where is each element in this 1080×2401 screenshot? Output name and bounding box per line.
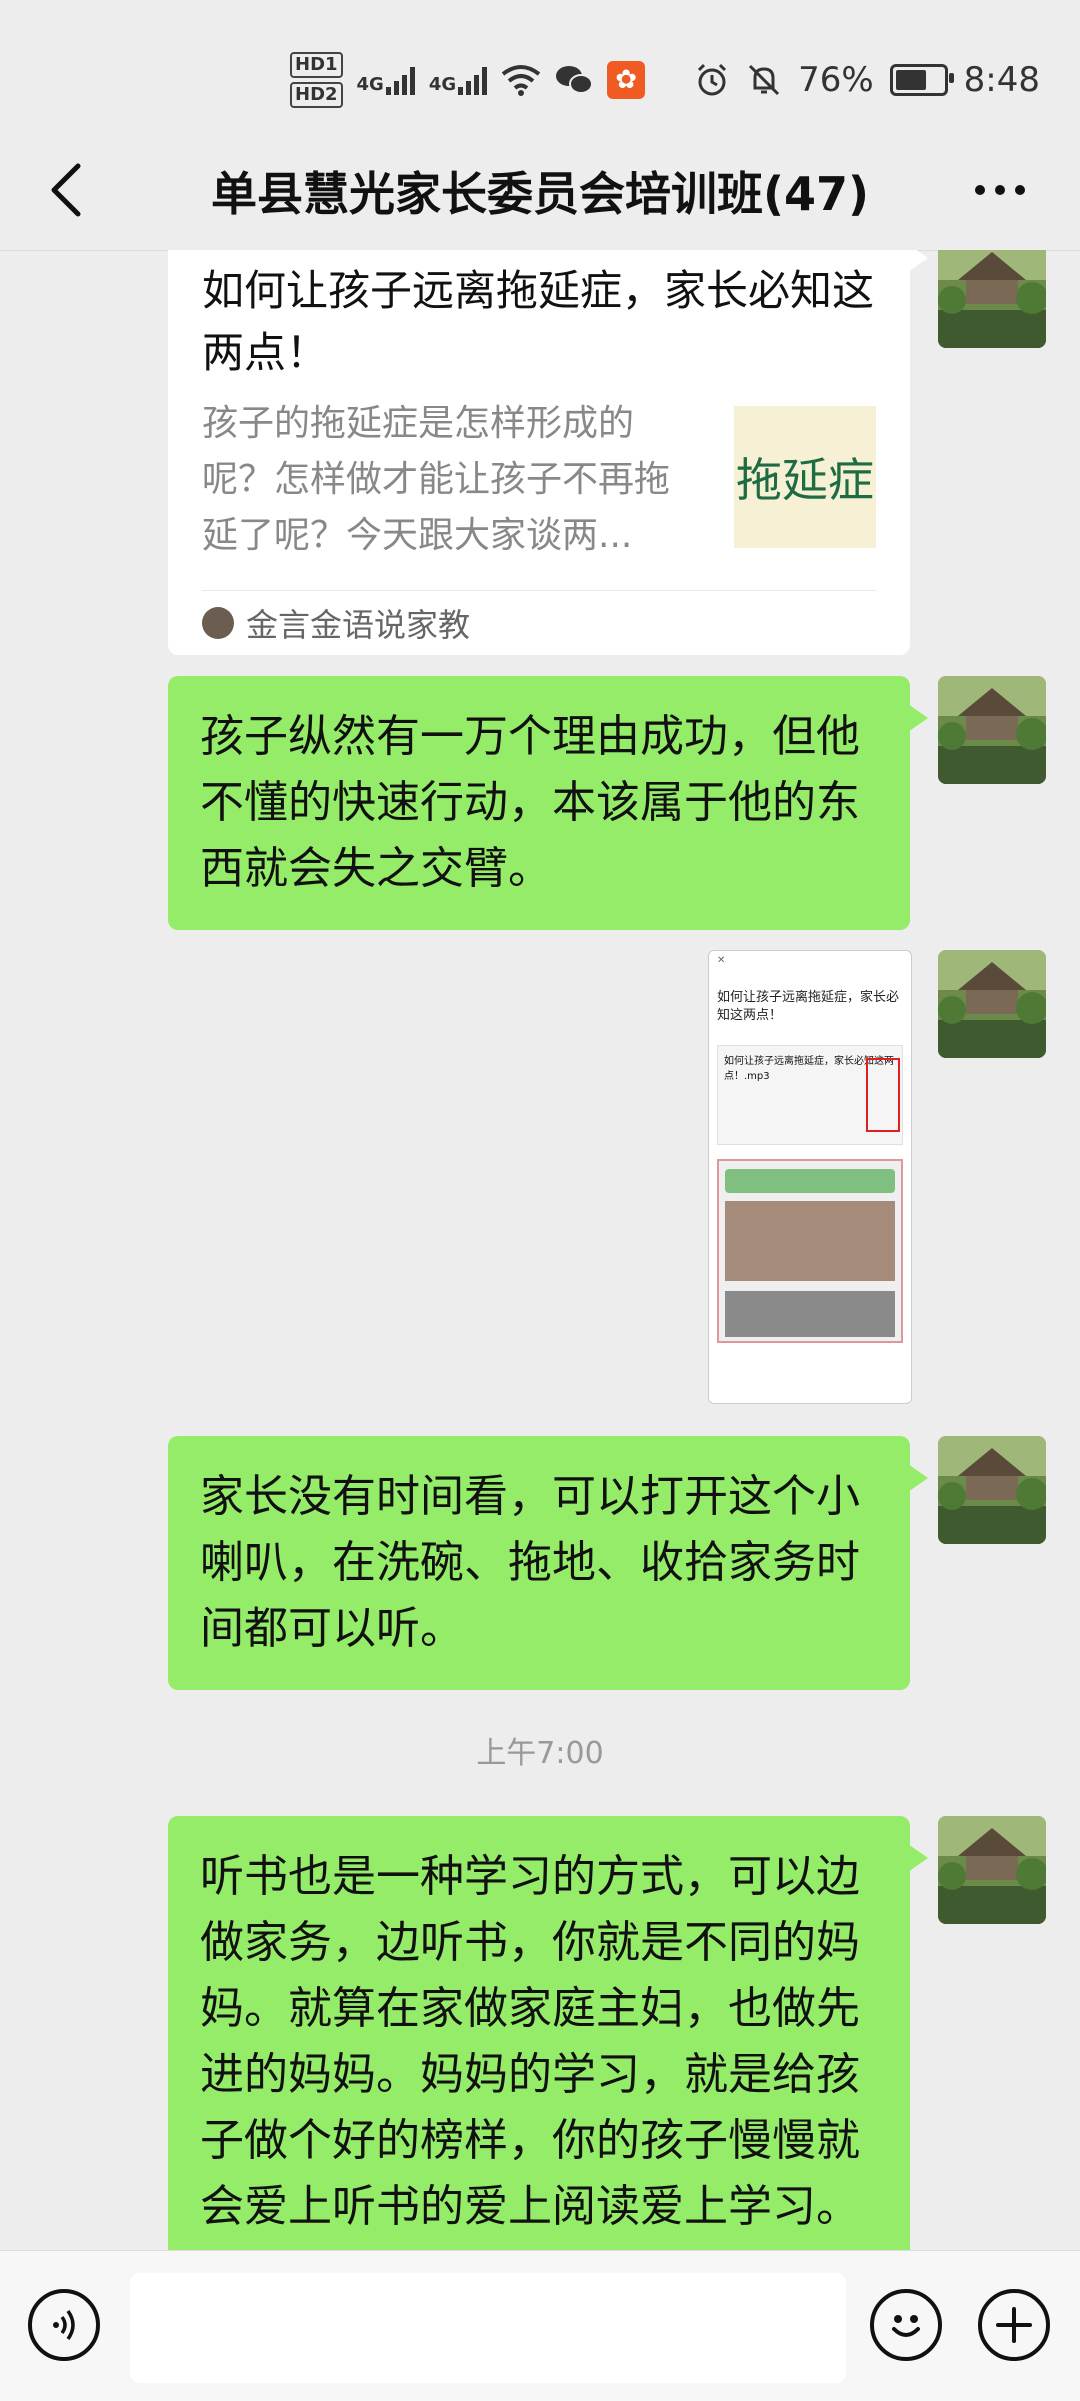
text-message[interactable]: 听书也是一种学习的方式，可以边做家务，边听书，你就是不同的妈妈。就算在家做家庭主… [168, 1816, 928, 2250]
shot-title: 如何让孩子远离拖延症，家长必知这两点！ [717, 990, 900, 1023]
shot-close-icon: ✕ [717, 955, 726, 966]
avatar[interactable] [938, 1816, 1046, 1924]
clock: 8:48 [963, 60, 1040, 100]
link-card-message[interactable]: 如何让孩子远离拖延症，家长必知这两点！ 孩子的拖延症是怎样形成的呢？怎样做才能让… [168, 250, 928, 655]
card-thumbnail: 拖延症 [734, 406, 876, 548]
signal-bars-icon [385, 65, 415, 95]
emoji-button[interactable] [870, 2289, 942, 2361]
hd2-label: HD2 [290, 82, 343, 108]
net2-label: 4G [428, 74, 457, 95]
shot-banner-header [725, 1169, 895, 1193]
garden-avatar-icon [938, 950, 1046, 1058]
emoji-icon [892, 2315, 920, 2337]
hd1-label: HD1 [290, 52, 343, 78]
chat-title: 单县慧光家长委员会培训班(47) [210, 167, 870, 221]
garden-avatar-icon [938, 1436, 1046, 1544]
avatar[interactable] [938, 676, 1046, 784]
more-dots-icon [975, 185, 985, 195]
mute-icon [749, 64, 780, 96]
wifi-icon [501, 65, 541, 96]
shot-banner-photo [725, 1201, 895, 1281]
status-bar: HD1 HD2 4G 4G ✿ 76% 8:48 [0, 0, 1080, 150]
shot-banner [717, 1159, 903, 1343]
plus-button[interactable] [978, 2289, 1050, 2361]
voice-icon [53, 2309, 75, 2341]
source-avatar-icon [202, 607, 234, 639]
plus-icon [996, 2307, 1032, 2343]
shot-red-box [866, 1058, 900, 1132]
input-bar [0, 2250, 1080, 2401]
garden-avatar-icon [938, 676, 1046, 784]
avatar[interactable] [938, 950, 1046, 1058]
card-body: 孩子的拖延症是怎样形成的呢？怎样做才能让孩子不再拖延了呢？今天跟大家谈两... … [202, 396, 876, 564]
chat-header: 单县慧光家长委员会培训班(47) [0, 130, 1080, 251]
card-description: 孩子的拖延症是怎样形成的呢？怎样做才能让孩子不再拖延了呢？今天跟大家谈两... [202, 403, 671, 556]
signal-2: 4G [428, 65, 488, 95]
text-message[interactable]: 家长没有时间看，可以打开这个小喇叭，在洗碗、拖地、收拾家务时间都可以听。 [168, 1436, 928, 1690]
card-title: 如何让孩子远离拖延症，家长必知这两点！ [202, 266, 875, 377]
thumb-text: 拖延症 [736, 453, 874, 507]
text-message[interactable]: 孩子纵然有一万个理由成功，但他不懂的快速行动，本该属于他的东西就会失之交臂。 [168, 676, 928, 930]
wechat-icon [556, 66, 594, 94]
status-left: HD1 HD2 4G 4G ✿ [290, 48, 646, 112]
battery-fill [895, 70, 926, 90]
timestamp: 上午7:00 [476, 1736, 604, 1771]
message-input[interactable] [130, 2273, 846, 2383]
kuaishou-icon: ✿ [607, 61, 646, 99]
signal-1: 4G [357, 65, 415, 95]
signal-bars-icon [458, 65, 488, 95]
battery-icon [889, 64, 954, 96]
card-source: 金言金语说家教 [202, 591, 876, 655]
alarm-icon [698, 63, 727, 96]
net1-label: 4G [356, 74, 384, 95]
more-dot [1015, 185, 1025, 195]
more-button[interactable] [960, 170, 1040, 210]
battery-percent: 76% [798, 60, 874, 100]
status-right: 76% 8:48 [694, 48, 1040, 112]
shot-banner-photo [725, 1291, 895, 1337]
hd-indicators: HD1 HD2 [290, 52, 343, 108]
source-name: 金言金语说家教 [246, 606, 471, 644]
shot-audio-card: 如何让孩子远离拖延症，家长必知这两点！.mp3 [717, 1045, 903, 1145]
more-dot [995, 185, 1005, 195]
voice-button[interactable] [28, 2289, 100, 2361]
garden-avatar-icon [938, 250, 1046, 348]
garden-avatar-icon [938, 1816, 1046, 1924]
avatar[interactable] [938, 1436, 1046, 1544]
image-message[interactable]: ✕ 如何让孩子远离拖延症，家长必知这两点！ 如何让孩子远离拖延症，家长必知这两点… [708, 950, 912, 1404]
message-list[interactable]: 如何让孩子远离拖延症，家长必知这两点！ 孩子的拖延症是怎样形成的呢？怎样做才能让… [0, 250, 1080, 2250]
avatar[interactable] [938, 250, 1046, 348]
